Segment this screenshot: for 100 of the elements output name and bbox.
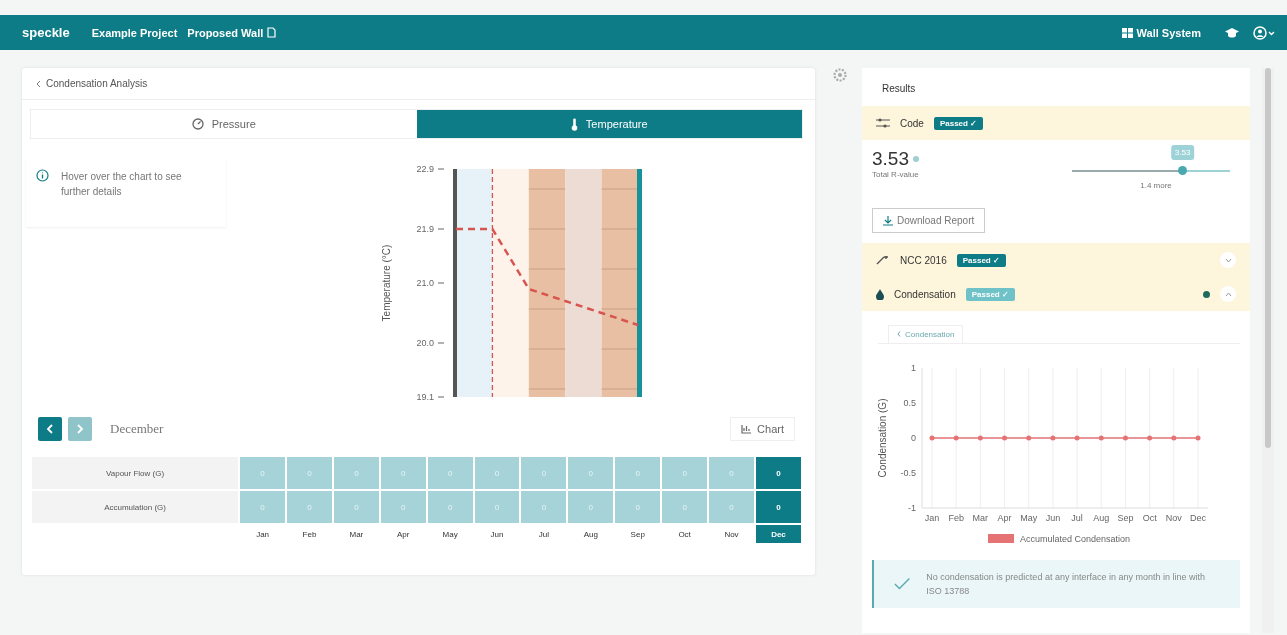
month-tab[interactable]: Jun	[474, 525, 520, 543]
y-tick-label: -1	[908, 503, 916, 513]
status-badge: Passed ✓	[956, 253, 1006, 267]
data-point	[1147, 435, 1153, 441]
y-tick-label: 0.5	[903, 398, 916, 408]
table-cell: 0	[755, 457, 801, 489]
legend-swatch	[988, 534, 1014, 543]
bar-chart-icon	[741, 424, 753, 434]
y-tick: 21.9	[416, 224, 445, 234]
month-tab[interactable]: Jul	[521, 525, 567, 543]
chevron-right-icon	[76, 424, 84, 434]
sliders-icon	[876, 118, 890, 128]
row-header: Accumulation (G)	[32, 491, 239, 523]
x-tick-label: Jul	[1071, 513, 1083, 523]
gauge-icon	[191, 118, 204, 130]
month-tab[interactable]: Oct	[662, 525, 708, 543]
expand-toggle-icon[interactable]	[1220, 252, 1236, 268]
month-tab[interactable]: Dec	[755, 525, 801, 543]
section-title: Code	[900, 117, 924, 129]
chart-button[interactable]: Chart	[730, 417, 795, 441]
y-tick-label: 0	[911, 433, 916, 443]
previous-month-button[interactable]	[38, 417, 62, 441]
y-tick-label: 21.9	[416, 224, 434, 234]
hint-text: Hover over the chart to see further details	[61, 170, 183, 199]
breadcrumb-link[interactable]: Example Project	[91, 26, 178, 39]
month-tab[interactable]: Mar	[333, 525, 379, 543]
axis-label: Condensation (G)	[878, 398, 888, 478]
month-tab[interactable]: Feb	[287, 525, 332, 543]
wall-system-button[interactable]: Wall System	[1121, 26, 1201, 39]
month-tab[interactable]: Aug	[568, 525, 614, 543]
info-dot-icon	[913, 156, 919, 162]
x-tick-label: Nov	[1165, 513, 1182, 523]
x-tick-label: Mar	[972, 513, 989, 523]
y-tick-label: -0.5	[900, 468, 916, 478]
data-point	[1026, 435, 1032, 441]
scrollbar[interactable]	[1262, 68, 1274, 633]
y-tick-label: 19.1	[416, 392, 434, 402]
grid-icon	[1121, 27, 1133, 38]
data-point	[1195, 435, 1201, 441]
graduation-cap-icon[interactable]	[1225, 26, 1239, 39]
y-tick: 20.0	[416, 338, 445, 348]
results-title: Results	[881, 82, 917, 96]
alert-text: No condensation is predicted at any interface in any month in line with ISO 13788	[926, 571, 1206, 598]
r-value: 3.53	[872, 148, 909, 170]
slider-value-tooltip: 3.53	[1170, 145, 1195, 160]
thermometer-icon	[570, 117, 578, 131]
axis-label: Temperature (°C)	[381, 244, 392, 322]
settings-icon[interactable]	[833, 68, 847, 82]
slider-caption: 1.4 more	[1139, 181, 1173, 190]
data-point	[1074, 435, 1080, 441]
section-header[interactable]: NCC 2016 Passed ✓	[862, 243, 1250, 277]
table-cell: 0	[755, 491, 801, 523]
chevron-left-icon	[36, 79, 41, 88]
section-title: NCC 2016	[900, 254, 947, 266]
y-tick-label: 22.9	[416, 164, 434, 174]
logo[interactable]: speckle	[22, 25, 70, 40]
data-point	[1050, 435, 1056, 441]
x-tick-label: Apr	[997, 513, 1012, 523]
row-header: Vapour Flow (G)	[32, 457, 239, 489]
month-tab[interactable]: Jan	[240, 525, 286, 543]
section-header[interactable]: Code Passed ✓	[862, 106, 1250, 140]
download-report-button[interactable]: Download Report	[872, 208, 986, 233]
data-point	[1122, 435, 1128, 441]
r-value-label: Total R-value	[872, 170, 920, 179]
status-badge: Passed ✓	[933, 116, 984, 130]
section-title: Condensation	[894, 288, 956, 300]
data-point	[1098, 435, 1104, 441]
data-point	[1171, 435, 1177, 441]
month-tab[interactable]: May	[427, 525, 473, 543]
y-tick: 21.0	[416, 278, 445, 288]
breadcrumb-link[interactable]: Proposed Wall	[187, 26, 264, 39]
data-point	[1002, 435, 1008, 441]
month-tab[interactable]: Nov	[709, 525, 754, 543]
data-point	[929, 435, 935, 441]
back-link[interactable]: Condensation Analysis	[22, 68, 815, 100]
status-badge: Passed ✓	[965, 287, 1015, 301]
x-tick-label: Jun	[1045, 513, 1061, 523]
x-tick-label: Aug	[1093, 513, 1110, 523]
y-tick: 19.1	[416, 392, 445, 402]
expand-toggle-icon[interactable]	[1220, 286, 1236, 302]
x-tick-label: Sep	[1117, 513, 1134, 523]
document-icon[interactable]	[267, 27, 277, 38]
month-tab[interactable]: Apr	[380, 525, 426, 543]
chevron-left-icon	[897, 331, 901, 337]
slider-thumb[interactable]	[1177, 166, 1187, 175]
ruler-icon	[876, 255, 890, 265]
data-point	[953, 435, 959, 441]
month-label: December	[110, 421, 164, 437]
checkmark-icon	[894, 577, 911, 591]
y-tick: 22.9	[416, 164, 445, 174]
drop-icon	[876, 288, 884, 300]
section-header[interactable]: Condensation Passed ✓	[862, 277, 1250, 311]
legend-label: Accumulated Condensation	[1020, 534, 1131, 544]
download-icon	[883, 215, 893, 226]
month-tab[interactable]: Sep	[615, 525, 661, 543]
x-tick-label: May	[1020, 513, 1038, 523]
info-icon	[36, 169, 49, 182]
tab[interactable]: Temperature	[416, 110, 802, 138]
user-menu-icon[interactable]	[1253, 25, 1275, 40]
x-tick-label: Jan	[924, 513, 940, 523]
